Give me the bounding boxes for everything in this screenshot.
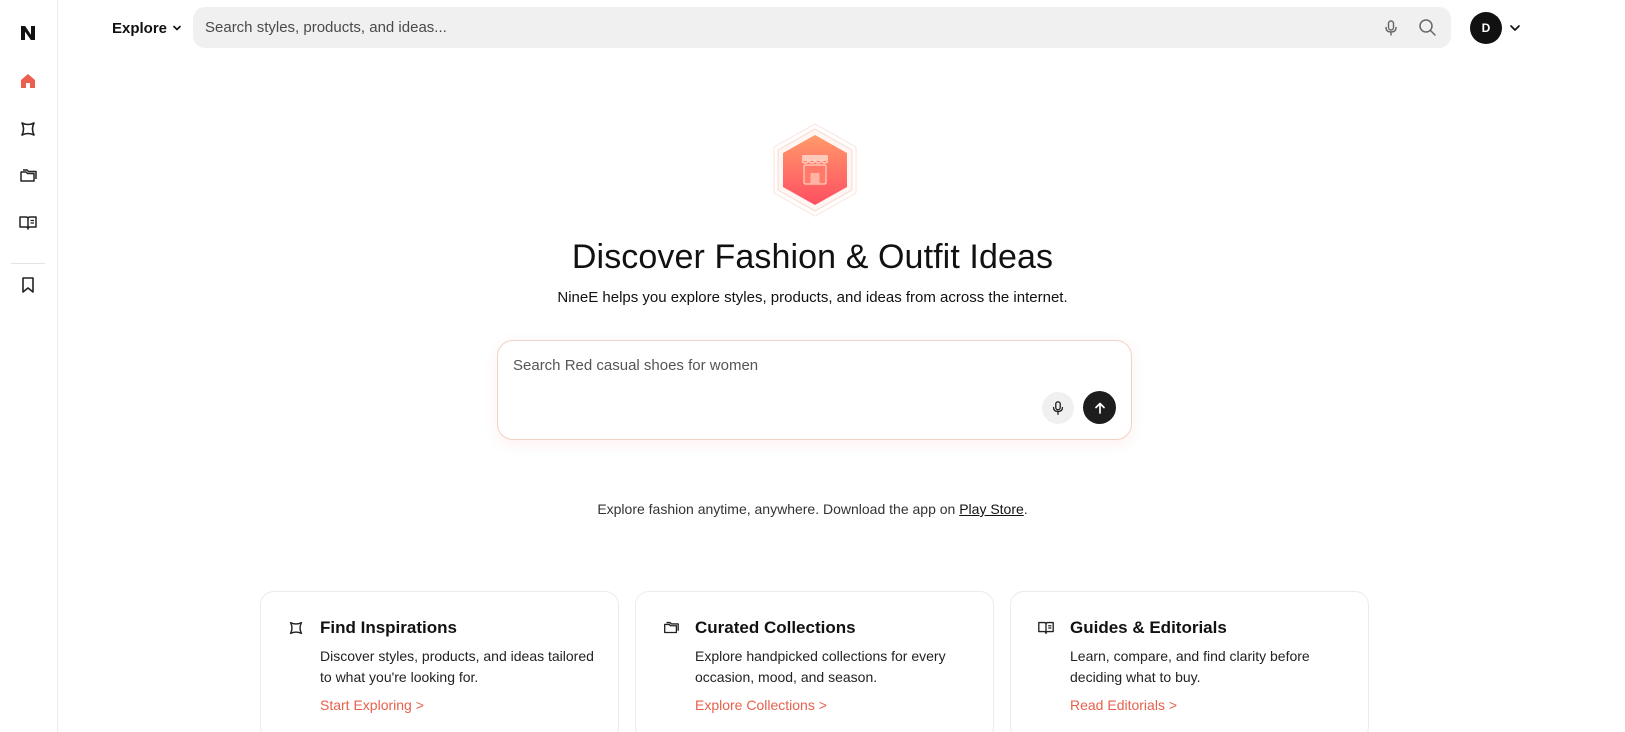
top-search-bar [193,7,1451,48]
card-curated-collections[interactable]: Curated Collections Explore handpicked c… [635,591,994,732]
open-book-icon[interactable] [16,211,40,235]
home-icon[interactable] [16,69,40,93]
chevron-down-icon [1510,25,1520,31]
arrow-up-icon [1094,402,1105,414]
card-title: Curated Collections [695,618,856,637]
card-title: Guides & Editorials [1070,618,1227,637]
main-search-box [497,340,1132,440]
page-title: Discover Fashion & Outfit Ideas [571,238,1054,276]
open-book-icon [1036,618,1056,638]
account-menu[interactable]: D [1470,12,1522,44]
download-suffix: . [1023,501,1028,517]
page-subtitle: NineE helps you explore styles, products… [557,289,1068,306]
start-exploring-link[interactable]: Start Exploring > [320,697,424,713]
card-find-inspirations[interactable]: Find Inspirations Discover styles, produ… [260,591,619,732]
folders-icon [661,618,681,638]
card-description: Explore handpicked collections for every… [695,648,946,685]
download-text: Explore fashion anytime, anywhere. Downl… [597,501,960,517]
card-description: Discover styles, products, and ideas tai… [320,648,594,685]
search-icon[interactable] [1415,16,1439,40]
folders-icon[interactable] [16,164,40,188]
card-title: Find Inspirations [320,618,457,637]
read-editorials-link[interactable]: Read Editorials > [1070,697,1177,713]
card-guides-editorials[interactable]: Guides & Editorials Learn, compare, and … [1010,591,1369,732]
download-app-line: Explore fashion anytime, anywhere. Downl… [0,501,1625,517]
explore-dropdown[interactable]: Explore [112,17,183,39]
explore-label: Explore [112,19,168,37]
top-search-input[interactable] [205,19,1379,36]
voice-search-button[interactable] [1042,392,1074,424]
mic-icon [1052,401,1064,415]
storefront-icon [763,118,867,222]
submit-search-button[interactable] [1083,391,1116,424]
mic-icon[interactable] [1379,16,1403,40]
sparkle-icon[interactable] [16,117,40,141]
chevron-down-icon [173,25,181,31]
sparkle-icon [286,618,306,638]
left-rail [0,0,58,732]
play-store-link[interactable]: Play Store [959,501,1024,517]
card-description: Learn, compare, and find clarity before … [1070,648,1310,685]
explore-collections-link[interactable]: Explore Collections > [695,697,827,713]
avatar[interactable]: D [1470,12,1502,44]
main-search-input[interactable] [513,357,1113,381]
brand-logo[interactable] [17,22,39,44]
